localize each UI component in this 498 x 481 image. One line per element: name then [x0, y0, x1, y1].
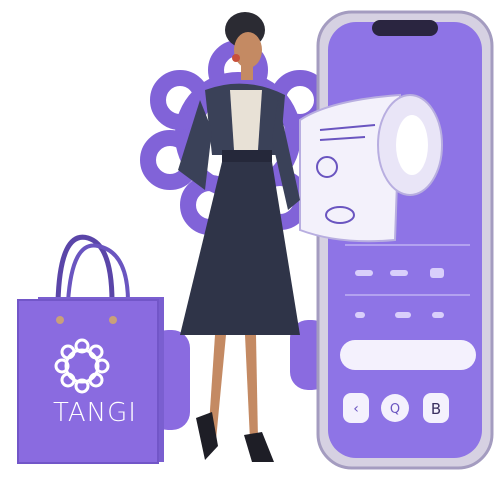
shopping-bag	[17, 234, 164, 464]
bag-brand-text: TANGI	[53, 398, 137, 428]
nav-icons[interactable]: ‹ Q B	[343, 393, 449, 423]
phone-notch	[372, 20, 438, 36]
svg-text:Q: Q	[390, 402, 400, 417]
svg-text:B: B	[431, 400, 441, 418]
smartphone: ‹ Q B	[299, 10, 494, 470]
svg-text:‹: ‹	[353, 401, 359, 417]
background-shapes	[150, 320, 330, 430]
pill-button[interactable]	[340, 340, 476, 370]
